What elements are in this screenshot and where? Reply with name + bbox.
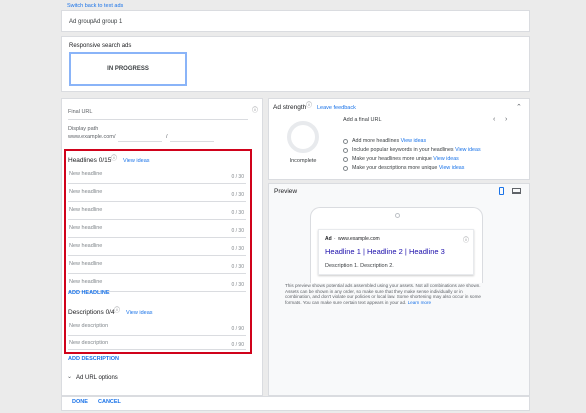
path-1-input[interactable] xyxy=(118,141,162,142)
description-placeholder: New description xyxy=(69,323,109,329)
headline-input[interactable]: New headline 0 / 30 xyxy=(68,184,246,202)
headline-counter: 0 / 30 xyxy=(231,282,244,288)
help-icon[interactable]: ⓘ xyxy=(252,108,258,114)
leave-feedback-link[interactable]: Leave feedback xyxy=(317,105,356,111)
preview-title: Preview xyxy=(274,188,298,195)
headline-placeholder: New headline xyxy=(69,261,103,267)
tip-text: Make your headlines more unique xyxy=(352,156,432,162)
learn-more-link[interactable]: Learn more xyxy=(408,300,432,305)
headlines-view-ideas-link[interactable]: View ideas xyxy=(123,158,150,164)
desktop-device-icon[interactable] xyxy=(512,188,521,194)
descriptions-title: Descriptions 0/4 xyxy=(68,309,115,316)
description-counter: 0 / 90 xyxy=(231,342,244,348)
headline-placeholder: New headline xyxy=(69,207,103,213)
tip-status-icon xyxy=(343,166,348,171)
tip-view-ideas-link[interactable]: View ideas xyxy=(433,156,459,162)
ad-preview-card: Ad · www.example.com ⓘ Headline 1 | Head… xyxy=(318,229,474,275)
display-path-separator: / xyxy=(114,134,116,140)
footer-bar xyxy=(61,396,530,411)
ad-url-options-toggle[interactable]: Ad URL options xyxy=(76,375,118,381)
cancel-button[interactable]: CANCEL xyxy=(98,399,121,405)
headline-placeholder: New headline xyxy=(69,225,103,231)
chevron-left-icon[interactable]: ‹ xyxy=(493,116,495,123)
headline-placeholder: New headline xyxy=(69,189,103,195)
help-icon[interactable]: ⓘ xyxy=(114,308,120,314)
add-headline-button[interactable]: ADD HEADLINE xyxy=(68,290,110,296)
headline-counter: 0 / 30 xyxy=(231,228,244,234)
ad-strength-title: Ad strength xyxy=(273,104,307,111)
help-icon[interactable]: ⓘ xyxy=(111,156,117,162)
tip-item: Make your headlines more unique View ide… xyxy=(352,156,459,162)
headline-counter: 0 / 30 xyxy=(231,246,244,252)
phone-camera xyxy=(395,213,400,218)
headline-input[interactable]: New headline 0 / 30 xyxy=(68,238,246,256)
display-path-base: www.example.com xyxy=(68,134,114,140)
headline-input[interactable]: New headline 0 / 30 xyxy=(68,202,246,220)
done-button[interactable]: DONE xyxy=(72,399,88,405)
tip-view-ideas-link[interactable]: View ideas xyxy=(401,138,427,144)
in-progress-label: IN PROGRESS xyxy=(107,66,149,72)
tip-item: Make your descriptions more unique View … xyxy=(352,165,464,171)
tip-status-icon xyxy=(343,148,348,153)
description-input[interactable]: New description 0 / 90 xyxy=(68,335,246,350)
headline-counter: 0 / 30 xyxy=(231,210,244,216)
headline-input[interactable]: New headline 0 / 30 xyxy=(68,256,246,274)
headline-placeholder: New headline xyxy=(69,171,103,177)
headline-counter: 0 / 30 xyxy=(231,192,244,198)
info-icon[interactable]: ⓘ xyxy=(463,235,469,244)
ad-description: Description 1. Description 2. xyxy=(325,263,394,269)
ad-strength-rating: Incomplete xyxy=(289,158,317,164)
add-description-button[interactable]: ADD DESCRIPTION xyxy=(68,356,119,362)
descriptions-view-ideas-link[interactable]: View ideas xyxy=(126,310,153,316)
tip-text: Add more headlines xyxy=(352,138,400,144)
headline-placeholder: New headline xyxy=(69,243,103,249)
preview-disclaimer: This preview shows potential ads assembl… xyxy=(285,283,521,305)
final-url-label: Final URL xyxy=(68,109,93,115)
description-counter: 0 / 90 xyxy=(231,326,244,332)
description-input[interactable]: New description 0 / 90 xyxy=(68,318,246,336)
ad-url-separator: · xyxy=(334,236,336,242)
headlines-title: Headlines 0/15 xyxy=(68,157,112,164)
tip-item: Include popular keywords in your headlin… xyxy=(352,147,481,153)
headline-input[interactable]: New headline 0 / 30 xyxy=(68,220,246,238)
ad-group-value: Ad group 1 xyxy=(93,19,123,25)
display-path-label: Display path xyxy=(68,126,99,132)
chevron-right-icon[interactable]: › xyxy=(505,116,507,123)
tip-view-ideas-link[interactable]: View ideas xyxy=(455,147,481,153)
headline-counter: 0 / 30 xyxy=(231,174,244,180)
ad-group-label: Ad group: xyxy=(69,19,96,25)
description-placeholder: New description xyxy=(69,340,109,346)
tip-text: Make your descriptions more unique xyxy=(352,165,438,171)
rsa-title: Responsive search ads xyxy=(69,43,132,49)
disclaimer-line: formats. You can make sure certain text … xyxy=(285,299,407,305)
tip-view-ideas-link[interactable]: View ideas xyxy=(439,165,465,171)
rsa-card: Responsive search ads IN PROGRESS xyxy=(61,36,530,92)
chevron-down-icon[interactable]: ⌄ xyxy=(67,374,72,380)
mobile-device-icon[interactable] xyxy=(499,187,504,195)
ad-badge: Ad xyxy=(325,236,332,242)
ad-headline[interactable]: Headline 1 | Headline 2 | Headline 3 xyxy=(325,247,445,256)
in-progress-box[interactable]: IN PROGRESS xyxy=(69,52,187,86)
tip-item: Add more headlines View ideas xyxy=(352,138,426,144)
tip-status-icon xyxy=(343,157,348,162)
tip-text: Include popular keywords in your headlin… xyxy=(352,147,454,153)
ad-display-url: www.example.com xyxy=(338,236,380,242)
ad-strength-ring xyxy=(287,121,319,153)
headline-input[interactable]: New headline 0 / 30 xyxy=(68,166,246,184)
ad-group-card: Ad group: Ad group 1 xyxy=(61,10,530,32)
switch-to-text-ads-link[interactable]: Switch back to text ads xyxy=(67,3,123,9)
headline-placeholder: New headline xyxy=(69,279,103,285)
tip-status-icon xyxy=(343,139,348,144)
display-path-separator: / xyxy=(166,134,168,140)
ad-strength-hint: Add a final URL xyxy=(343,117,382,123)
final-url-input[interactable] xyxy=(68,119,248,120)
headline-counter: 0 / 30 xyxy=(231,264,244,270)
help-icon[interactable]: ⓘ xyxy=(306,103,312,109)
chevron-up-icon[interactable]: ⌃ xyxy=(516,104,522,111)
path-2-input[interactable] xyxy=(170,141,214,142)
